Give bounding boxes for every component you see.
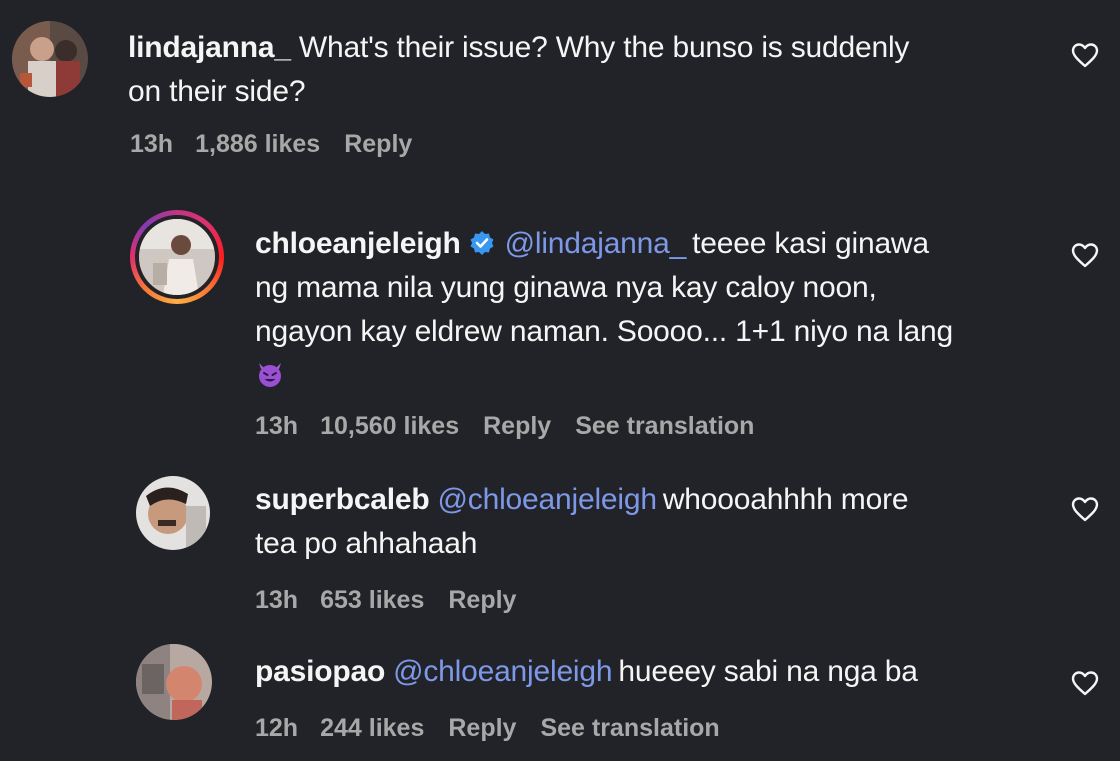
timestamp: 13h bbox=[255, 586, 299, 614]
comment-chloeanjeleigh: chloeanjeleigh @lindajanna_ teeee kasi gi… bbox=[0, 200, 1120, 470]
username[interactable]: chloeanjeleigh bbox=[255, 227, 461, 260]
comment-superbcaleb: superbcaleb @chloeanjeleigh whoooahhhh mor… bbox=[0, 470, 1120, 640]
comment-body-line3: ngayon kay eldrew naman. Soooo... 1+1 ni… bbox=[255, 315, 953, 348]
timestamp: 12h bbox=[255, 714, 299, 742]
mention-link[interactable]: @lindajanna_ bbox=[505, 227, 687, 260]
timestamp: 13h bbox=[130, 130, 174, 158]
comment-meta: 12h 244 likes Reply See translation bbox=[255, 714, 744, 743]
mention-link[interactable]: @chloeanjeleigh bbox=[393, 655, 612, 688]
timestamp: 13h bbox=[255, 412, 299, 440]
username[interactable]: lindajanna_ bbox=[128, 31, 291, 64]
username[interactable]: pasiopao bbox=[255, 655, 385, 688]
likes-count[interactable]: 244 likes bbox=[320, 714, 424, 742]
comment-meta: 13h 10,560 likes Reply See translation bbox=[255, 412, 778, 441]
see-translation-button[interactable]: See translation bbox=[575, 412, 754, 440]
comment-body-line1: hueeey sabi na nga ba bbox=[618, 655, 918, 688]
mention-link[interactable]: @chloeanjeleigh bbox=[438, 483, 657, 516]
comment-body-line2: ng mama nila yung ginawa nya kay caloy n… bbox=[255, 271, 877, 304]
reply-button[interactable]: Reply bbox=[483, 412, 551, 440]
avatar[interactable] bbox=[136, 476, 210, 550]
comment-body-line1: teeee kasi ginawa bbox=[692, 227, 929, 260]
comment-meta: 13h 653 likes Reply bbox=[255, 586, 540, 615]
avatar[interactable] bbox=[12, 21, 88, 97]
avatar[interactable] bbox=[136, 644, 212, 720]
heart-outline-icon[interactable] bbox=[1071, 242, 1099, 268]
verified-badge-icon bbox=[470, 231, 494, 255]
comment-lindajanna: lindajanna_ What's their issue? Why the b… bbox=[0, 0, 1120, 180]
comment-body-line2: on their side? bbox=[128, 75, 306, 108]
comment-pasiopao: pasiopao @chloeanjeleigh hueeey sabi na ng… bbox=[0, 640, 1120, 761]
likes-count[interactable]: 10,560 likes bbox=[320, 412, 459, 440]
likes-count[interactable]: 653 likes bbox=[320, 586, 424, 614]
comment-body-line2: tea po ahhahaah bbox=[255, 527, 478, 560]
story-ring-avatar[interactable] bbox=[130, 210, 224, 304]
heart-outline-icon[interactable] bbox=[1071, 42, 1099, 68]
reply-button[interactable]: Reply bbox=[344, 130, 412, 158]
comment-text: superbcaleb @chloeanjeleigh whoooahhhh mor… bbox=[255, 478, 1055, 566]
see-translation-button[interactable]: See translation bbox=[540, 714, 719, 742]
heart-outline-icon[interactable] bbox=[1071, 670, 1099, 696]
comment-text: chloeanjeleigh @lindajanna_ teeee kasi gi… bbox=[255, 222, 1055, 398]
avatar bbox=[135, 215, 219, 299]
reply-button[interactable]: Reply bbox=[448, 586, 516, 614]
reply-button[interactable]: Reply bbox=[448, 714, 516, 742]
comment-meta: 13h 1,886 likes Reply bbox=[130, 130, 436, 159]
likes-count[interactable]: 1,886 likes bbox=[195, 130, 320, 158]
comment-text: lindajanna_ What's their issue? Why the b… bbox=[128, 26, 1028, 114]
comment-text: pasiopao @chloeanjeleigh hueeey sabi na ng… bbox=[255, 650, 1055, 694]
heart-outline-icon[interactable] bbox=[1071, 496, 1099, 522]
username[interactable]: superbcaleb bbox=[255, 483, 430, 516]
comment-body-line1: What's their issue? Why the bunso is sud… bbox=[298, 31, 910, 64]
comments-thread: lindajanna_ What's their issue? Why the b… bbox=[0, 0, 1120, 761]
comment-body-line1: whoooahhhh more bbox=[662, 483, 909, 516]
smiling-face-with-horns-icon bbox=[259, 363, 281, 387]
